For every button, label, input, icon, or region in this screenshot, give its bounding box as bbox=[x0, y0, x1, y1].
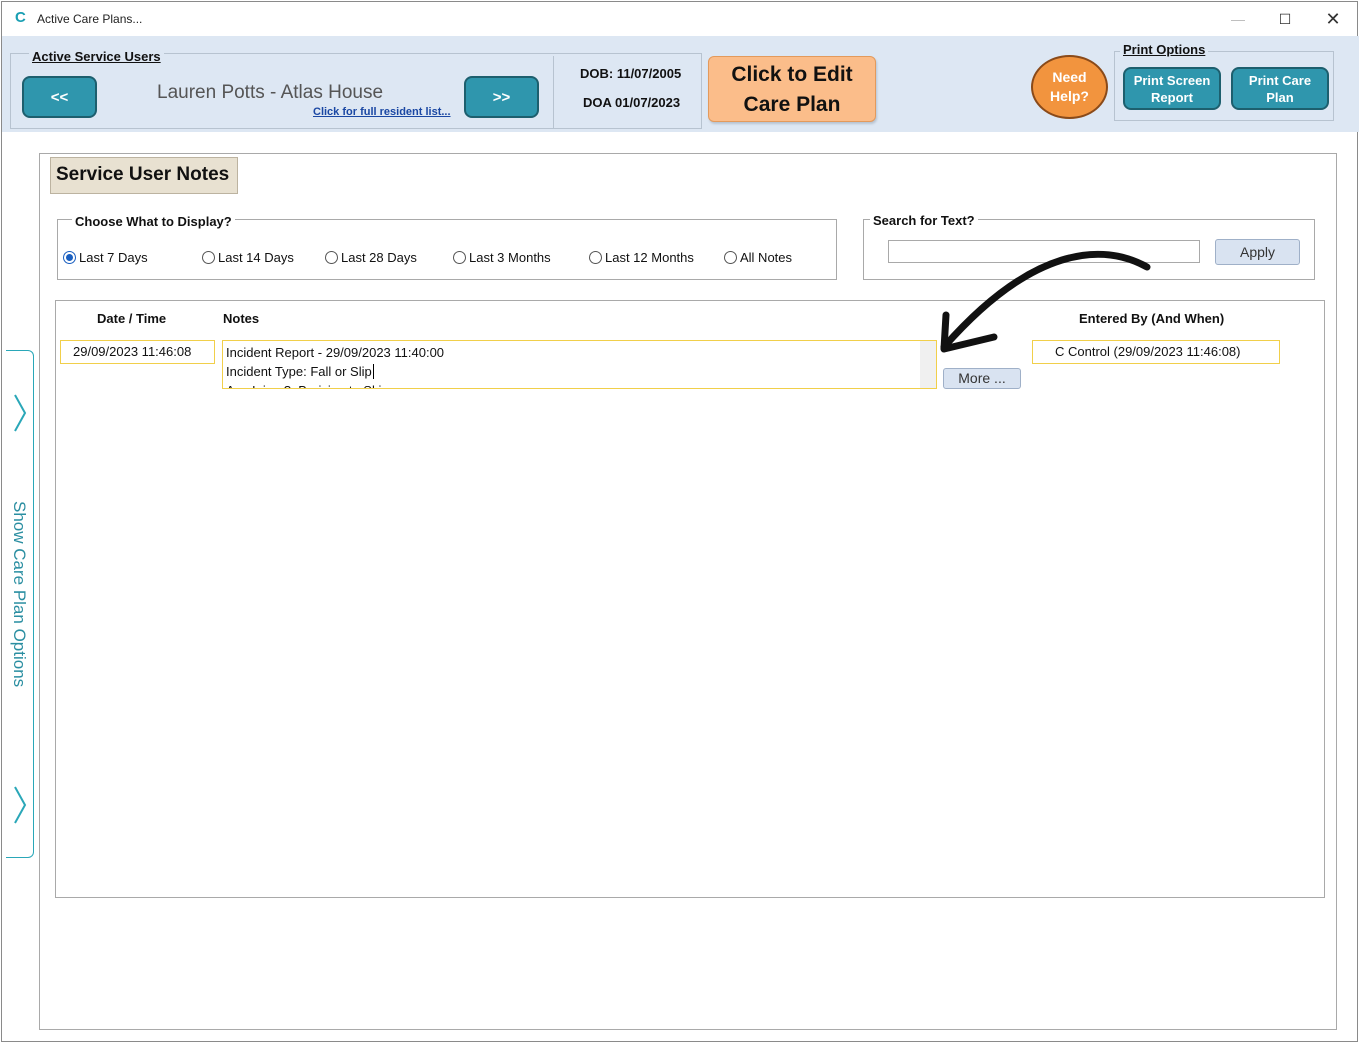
radio-unselected-icon bbox=[453, 251, 466, 264]
radio-selected-icon bbox=[63, 251, 76, 264]
radio-label: All Notes bbox=[740, 250, 793, 265]
note-line: Incident Report - 29/09/2023 11:40:00 bbox=[226, 345, 445, 360]
radio-label: Last 28 Days bbox=[341, 250, 417, 265]
side-tab-label: Show Care Plan Options bbox=[10, 501, 29, 688]
resident-name: Lauren Potts - Atlas House bbox=[157, 82, 384, 103]
edit-label-line2: Care Plan bbox=[743, 93, 841, 116]
note-text-cell[interactable]: Incident Report - 29/09/2023 11:40:00 In… bbox=[222, 340, 937, 389]
print-screen-report-button[interactable]: Print Screen Report bbox=[1123, 67, 1221, 110]
apply-button[interactable]: Apply bbox=[1215, 239, 1300, 265]
radio-unselected-icon bbox=[589, 251, 602, 264]
header-band: Active Service Users << Lauren Potts - A… bbox=[2, 36, 1359, 132]
print-care-line1: Print Care bbox=[1248, 72, 1312, 88]
edit-label-line1: Click to Edit bbox=[731, 63, 853, 86]
radio-unselected-icon bbox=[724, 251, 737, 264]
window-title: Active Care Plans... bbox=[37, 12, 143, 26]
note-line: Incident Type: Fall or Slip bbox=[226, 364, 374, 379]
prev-resident-button[interactable]: << bbox=[22, 76, 97, 118]
title-bar: C Active Care Plans... — ☐ ✕ bbox=[2, 2, 1357, 36]
service-users-legend: Active Service Users bbox=[29, 49, 164, 64]
radio-last-12-months[interactable]: Last 12 Months bbox=[589, 250, 694, 265]
section-title: Service User Notes bbox=[50, 157, 238, 194]
doa-text: DOA 01/07/2023 bbox=[583, 95, 681, 110]
annotation-arrow-icon bbox=[940, 250, 1151, 353]
display-options-legend: Choose What to Display? bbox=[72, 214, 235, 229]
print-options-legend: Print Options bbox=[1120, 42, 1209, 57]
column-header-datetime: Date / Time bbox=[97, 311, 167, 326]
search-legend: Search for Text? bbox=[870, 213, 978, 228]
radio-label: Last 14 Days bbox=[218, 250, 294, 265]
print-care-plan-button[interactable]: Print Care Plan bbox=[1231, 67, 1329, 110]
chevron-right-icon bbox=[14, 394, 27, 432]
maximize-button[interactable]: ☐ bbox=[1267, 7, 1303, 31]
note-datetime-cell[interactable]: 29/09/2023 11:46:08 bbox=[60, 340, 215, 364]
resident-list-link[interactable]: Click for full resident list... bbox=[313, 106, 451, 118]
radio-label: Last 7 Days bbox=[79, 250, 148, 265]
radio-unselected-icon bbox=[325, 251, 338, 264]
help-label-line1: Need bbox=[1052, 69, 1087, 85]
radio-unselected-icon bbox=[202, 251, 215, 264]
minimize-button[interactable]: — bbox=[1220, 7, 1256, 31]
care-plan-options-tab[interactable]: Show Care Plan Options bbox=[6, 350, 34, 858]
radio-label: Last 3 Months bbox=[469, 250, 551, 265]
radio-last-28-days[interactable]: Last 28 Days bbox=[325, 250, 417, 265]
print-care-line2: Plan bbox=[1266, 89, 1294, 105]
radio-last-7-days[interactable]: Last 7 Days bbox=[63, 250, 148, 265]
chevron-right-icon bbox=[14, 786, 27, 824]
dob-text: DOB: 11/07/2005 bbox=[580, 66, 682, 81]
print-screen-line2: Report bbox=[1151, 89, 1193, 105]
app-window: C Active Care Plans... — ☐ ✕ Active Serv… bbox=[1, 1, 1359, 1042]
note-line: Any Injury?: Bruising to Skin bbox=[226, 381, 933, 388]
close-button[interactable]: ✕ bbox=[1315, 7, 1351, 31]
prev-label: << bbox=[50, 88, 69, 106]
column-header-notes: Notes bbox=[223, 311, 260, 326]
edit-care-plan-button[interactable]: Click to Edit Care Plan bbox=[708, 56, 876, 122]
print-screen-line1: Print Screen bbox=[1133, 72, 1211, 88]
need-help-button[interactable]: Need Help? bbox=[1031, 55, 1108, 119]
app-logo-icon: C bbox=[15, 9, 26, 26]
notes-list bbox=[55, 300, 1325, 898]
more-button[interactable]: More ... bbox=[943, 368, 1021, 389]
radio-all-notes[interactable]: All Notes bbox=[724, 250, 792, 265]
radio-last-3-months[interactable]: Last 3 Months bbox=[453, 250, 551, 265]
radio-label: Last 12 Months bbox=[605, 250, 694, 265]
radio-last-14-days[interactable]: Last 14 Days bbox=[202, 250, 294, 265]
help-label-line2: Help? bbox=[1050, 88, 1089, 104]
next-label: >> bbox=[492, 88, 511, 106]
next-resident-button[interactable]: >> bbox=[464, 76, 539, 118]
